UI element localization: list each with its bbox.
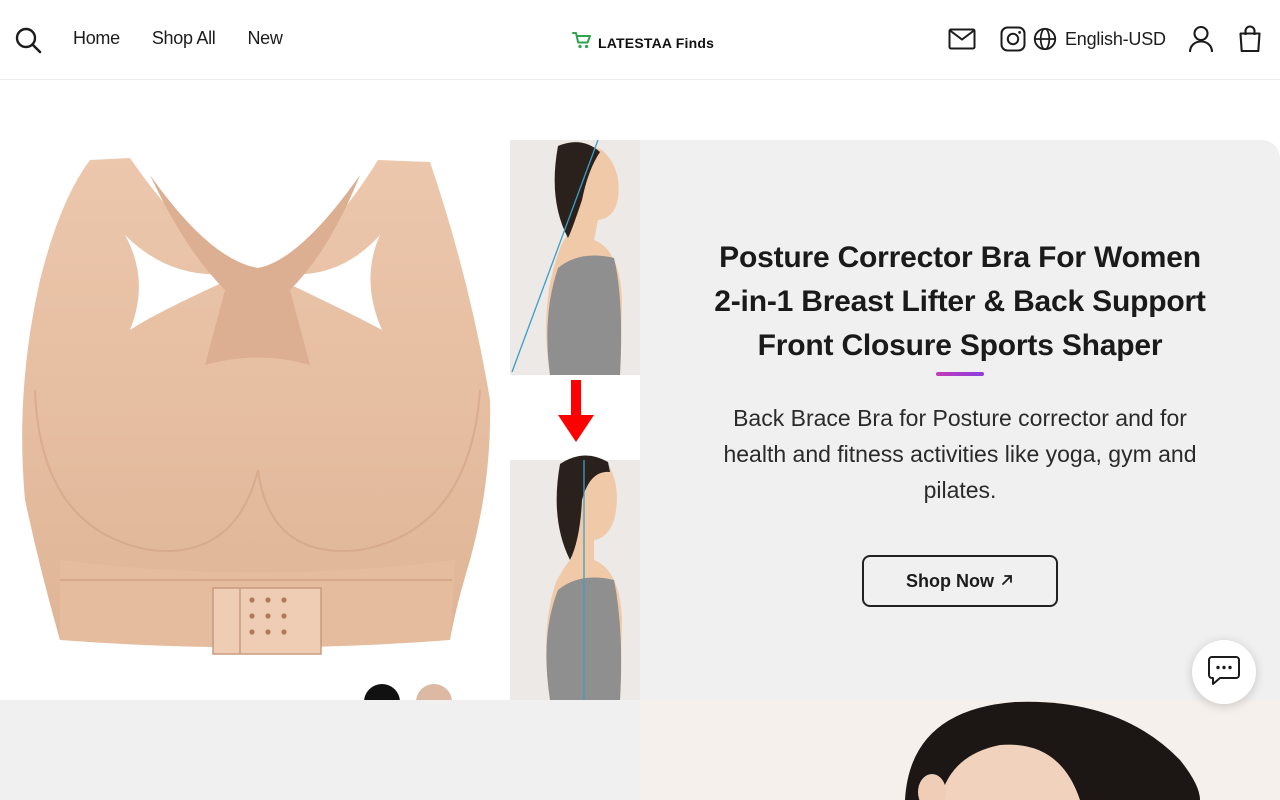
nav-home[interactable]: Home xyxy=(73,28,120,49)
hero-product-image xyxy=(0,140,640,700)
next-section-panel xyxy=(0,700,640,800)
main-nav: Home Shop All New xyxy=(73,28,283,49)
shop-now-label: Shop Now xyxy=(906,570,994,591)
title-accent-divider xyxy=(936,372,984,376)
nav-new[interactable]: New xyxy=(247,28,282,49)
brand-logo[interactable]: LATESTAA Finds xyxy=(572,30,714,55)
hero-title-line: Posture Corrector Bra For Women xyxy=(719,241,1201,274)
chat-icon xyxy=(1207,654,1241,691)
next-section-image xyxy=(640,700,1280,800)
model-photo xyxy=(640,700,1280,800)
hero-title: Posture Corrector Bra For Women 2-in-1 B… xyxy=(680,236,1240,368)
cart-icon xyxy=(572,30,592,55)
brand-name: LATESTAA Finds xyxy=(598,34,715,51)
mail-icon[interactable] xyxy=(948,28,976,55)
shopping-bag-icon[interactable] xyxy=(1238,25,1262,58)
hero-title-line: 2-in-1 Breast Lifter & Back Support xyxy=(714,285,1206,318)
posture-bra-image xyxy=(22,158,491,655)
site-header: Home Shop All New LATESTAA Finds English… xyxy=(0,0,1280,80)
search-icon[interactable] xyxy=(14,26,42,54)
hero-text-panel: Posture Corrector Bra For Women 2-in-1 B… xyxy=(640,140,1280,700)
hero-title-line: Front Closure Sports Shaper xyxy=(757,329,1163,362)
posture-before-after-photo xyxy=(510,140,640,700)
shop-now-button[interactable]: Shop Now xyxy=(862,555,1058,607)
instagram-icon[interactable] xyxy=(1000,26,1026,57)
arrow-up-right-icon xyxy=(1000,571,1014,592)
account-icon[interactable] xyxy=(1188,25,1214,58)
nav-shop-all[interactable]: Shop All xyxy=(152,28,216,49)
chat-button[interactable] xyxy=(1192,640,1256,704)
hero-description: Back Brace Bra for Posture corrector and… xyxy=(723,405,1197,503)
globe-icon[interactable] xyxy=(1033,27,1057,56)
language-currency-selector[interactable]: English-USD xyxy=(1065,29,1166,50)
